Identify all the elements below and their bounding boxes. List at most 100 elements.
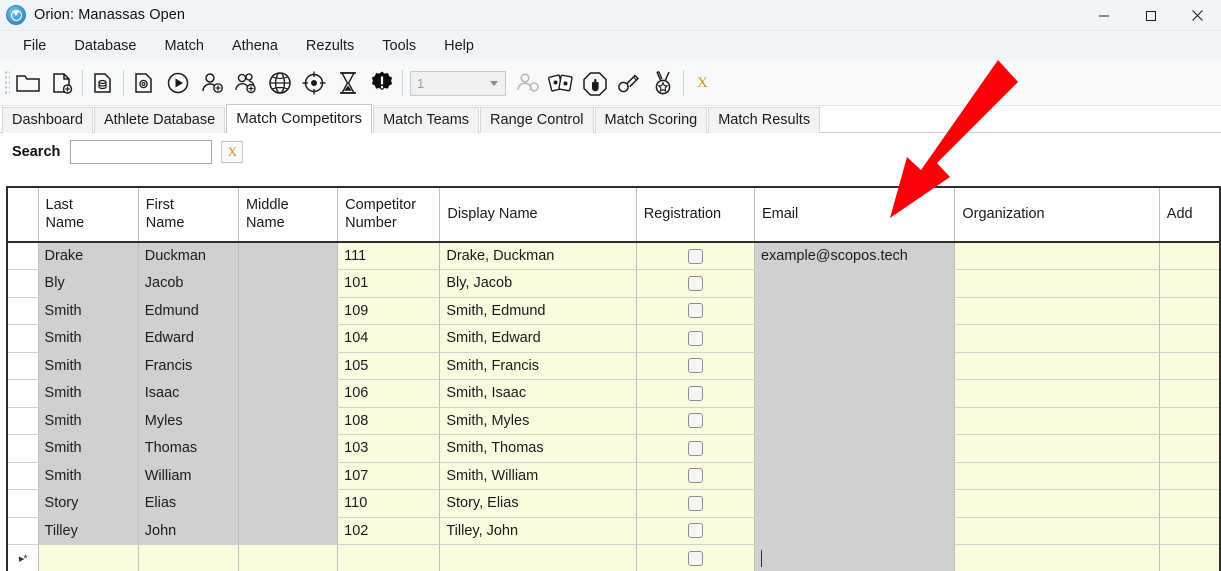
cell-addr[interactable] — [1159, 489, 1219, 518]
cell-disp[interactable]: Story, Elias — [439, 489, 637, 518]
cell-addr[interactable] — [1159, 407, 1219, 435]
cell-mid[interactable] — [238, 269, 339, 298]
table-new-row[interactable]: ▸* — [8, 544, 1219, 571]
column-header-email[interactable]: Email — [754, 188, 956, 243]
cell-first[interactable]: Jacob — [138, 269, 239, 298]
toolbar-x-button[interactable]: X — [687, 75, 718, 92]
cell-last[interactable]: Smith — [38, 462, 139, 490]
cell-num[interactable]: 106 — [337, 379, 441, 408]
row-selector-cell[interactable] — [8, 517, 39, 545]
table-row[interactable]: Smith Edmund 109 Smith, Edmund — [8, 297, 1219, 325]
cell-email[interactable] — [754, 544, 956, 571]
hourglass-icon[interactable] — [331, 63, 365, 103]
cell-num[interactable]: 102 — [337, 517, 441, 545]
table-row[interactable]: Smith William 107 Smith, William — [8, 462, 1219, 490]
registration-checkbox[interactable] — [687, 550, 703, 566]
registration-checkbox[interactable] — [687, 413, 703, 429]
cell-email[interactable] — [754, 434, 956, 463]
cell-reg[interactable] — [636, 269, 755, 298]
cell-disp[interactable]: Bly, Jacob — [439, 269, 637, 298]
close-button[interactable] — [1174, 0, 1221, 31]
stop-hand-icon[interactable] — [578, 63, 612, 103]
cell-num[interactable]: 105 — [337, 352, 441, 380]
cell-org[interactable] — [954, 379, 1160, 408]
row-selector-cell[interactable] — [8, 379, 39, 408]
tab-dashboard[interactable]: Dashboard — [2, 107, 93, 133]
table-row[interactable]: Drake Duckman 111 Drake, Duckman example@sco… — [8, 242, 1219, 270]
cell-num[interactable]: 108 — [337, 407, 441, 435]
cell-email[interactable] — [754, 297, 956, 325]
row-selector-cell[interactable] — [8, 242, 39, 270]
play-circle-icon[interactable] — [161, 63, 195, 103]
cell-addr[interactable] — [1159, 462, 1219, 490]
tab-athlete-database[interactable]: Athlete Database — [93, 107, 226, 133]
cell-reg[interactable] — [636, 462, 755, 490]
column-header-middle-name[interactable]: Middle Name — [238, 188, 339, 243]
cell-disp[interactable] — [439, 544, 637, 571]
registration-checkbox[interactable] — [687, 248, 703, 264]
column-header-first-name[interactable]: First Name — [138, 188, 239, 243]
add-person-icon[interactable] — [195, 63, 229, 103]
row-selector-cell[interactable] — [8, 407, 39, 435]
table-row[interactable]: Smith Isaac 106 Smith, Isaac — [8, 379, 1219, 408]
registration-checkbox[interactable] — [687, 385, 703, 401]
medal-icon[interactable] — [646, 63, 680, 103]
cell-num[interactable]: 103 — [337, 434, 441, 463]
tab-match-scoring[interactable]: Match Scoring — [594, 107, 708, 133]
cell-mid[interactable] — [238, 352, 339, 380]
cell-reg[interactable] — [636, 544, 755, 571]
table-row[interactable]: Smith Thomas 103 Smith, Thomas — [8, 434, 1219, 463]
cell-first[interactable]: Edmund — [138, 297, 239, 325]
cell-last[interactable]: Smith — [38, 352, 139, 380]
registration-checkbox[interactable] — [687, 495, 703, 511]
cell-last[interactable]: Smith — [38, 324, 139, 353]
table-row[interactable]: Story Elias 110 Story, Elias — [8, 489, 1219, 518]
cell-reg[interactable] — [636, 379, 755, 408]
cell-disp[interactable]: Smith, Thomas — [439, 434, 637, 463]
menu-item-rezults[interactable]: Rezults — [293, 34, 367, 58]
add-people-icon[interactable] — [229, 63, 263, 103]
cell-email[interactable] — [754, 517, 956, 545]
menu-item-match[interactable]: Match — [151, 34, 217, 58]
cell-reg[interactable] — [636, 242, 755, 270]
globe-icon[interactable] — [263, 63, 297, 103]
cell-mid[interactable] — [238, 379, 339, 408]
tab-match-teams[interactable]: Match Teams — [373, 107, 480, 133]
cell-num[interactable]: 110 — [337, 489, 441, 518]
cell-org[interactable] — [954, 434, 1160, 463]
column-header-address[interactable]: Add — [1159, 188, 1219, 243]
menu-item-tools[interactable]: Tools — [369, 34, 429, 58]
maximize-button[interactable] — [1127, 0, 1174, 31]
cell-addr[interactable] — [1159, 434, 1219, 463]
cell-num[interactable]: 111 — [337, 242, 441, 270]
cell-addr[interactable] — [1159, 379, 1219, 408]
cell-addr[interactable] — [1159, 544, 1219, 571]
cell-org[interactable] — [954, 269, 1160, 298]
column-header-registration[interactable]: Registration — [636, 188, 755, 243]
registration-checkbox[interactable] — [687, 303, 703, 319]
cell-email[interactable] — [754, 407, 956, 435]
column-header-display-name[interactable]: Display Name — [439, 188, 637, 243]
cell-disp[interactable]: Smith, Isaac — [439, 379, 637, 408]
open-folder-icon[interactable] — [11, 63, 45, 103]
cell-num[interactable] — [337, 544, 441, 571]
cell-first[interactable]: Thomas — [138, 434, 239, 463]
cell-last[interactable] — [38, 544, 139, 571]
row-selector-cell[interactable] — [8, 489, 39, 518]
cell-last[interactable]: Smith — [38, 379, 139, 408]
registration-checkbox[interactable] — [687, 275, 703, 291]
cell-last[interactable]: Smith — [38, 407, 139, 435]
cell-email[interactable] — [754, 269, 956, 298]
tab-match-competitors[interactable]: Match Competitors — [226, 104, 373, 133]
cell-reg[interactable] — [636, 324, 755, 353]
cell-mid[interactable] — [238, 407, 339, 435]
minimize-button[interactable] — [1080, 0, 1127, 31]
cell-reg[interactable] — [636, 407, 755, 435]
swap-person-icon[interactable] — [510, 63, 544, 103]
cell-first[interactable]: Myles — [138, 407, 239, 435]
new-document-icon[interactable] — [45, 63, 79, 103]
cell-email[interactable] — [754, 462, 956, 490]
table-row[interactable]: Bly Jacob 101 Bly, Jacob — [8, 269, 1219, 298]
cell-disp[interactable]: Smith, Edward — [439, 324, 637, 353]
cell-addr[interactable] — [1159, 517, 1219, 545]
